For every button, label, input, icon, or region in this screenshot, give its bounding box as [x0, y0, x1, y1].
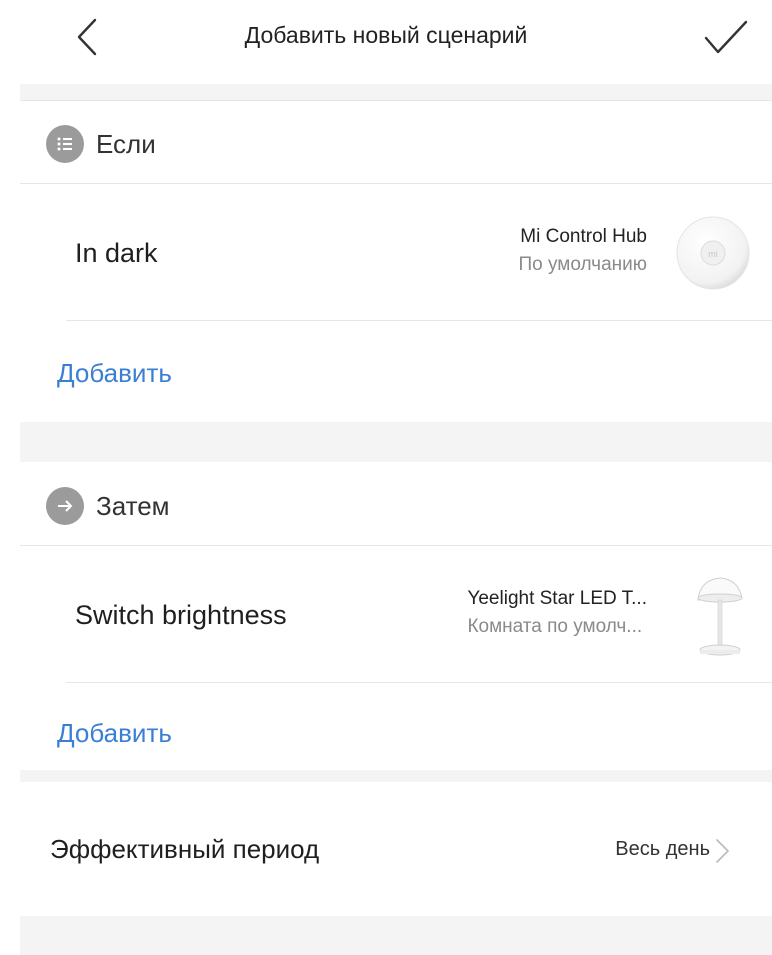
condition-name: In dark	[75, 238, 158, 268]
section-divider	[20, 84, 772, 100]
chevron-right-icon	[716, 839, 729, 863]
section-divider	[20, 422, 772, 462]
effective-period-label: Эффективный период	[50, 834, 320, 864]
then-section-header: Затем	[46, 486, 170, 526]
condition-row[interactable]: In dark Mi Control Hub По умолчанию mi	[20, 184, 772, 320]
add-condition-button[interactable]: Добавить	[57, 358, 172, 389]
action-row[interactable]: Switch brightness Yeelight Star LED T...…	[20, 546, 772, 682]
arrow-right-icon	[46, 487, 84, 525]
effective-period-value: Весь день	[615, 838, 710, 860]
device-name: Yeelight Star LED T...	[467, 588, 647, 609]
if-section-label: Если	[96, 128, 156, 159]
device-room: Комната по умолч...	[467, 616, 643, 637]
checkmark-icon[interactable]	[700, 16, 752, 60]
list-icon	[46, 125, 84, 163]
bottom-area	[20, 916, 772, 955]
if-section-header: Если	[46, 124, 156, 164]
device-room: По умолчанию	[518, 254, 648, 275]
action-device: Yeelight Star LED T... Комната по умолч.…	[467, 588, 647, 638]
add-action-button[interactable]: Добавить	[57, 718, 172, 749]
section-divider	[20, 770, 772, 782]
top-bar: Добавить новый сценарий	[0, 0, 772, 84]
device-name: Mi Control Hub	[520, 226, 647, 247]
mi-hub-icon: mi	[676, 216, 750, 290]
desk-lamp-icon	[697, 577, 743, 656]
action-name: Switch brightness	[75, 600, 287, 630]
divider-line	[66, 320, 772, 321]
then-section-label: Затем	[96, 490, 170, 521]
condition-device: Mi Control Hub По умолчанию	[519, 226, 648, 276]
page-title: Добавить новый сценарий	[244, 22, 528, 48]
divider-line	[20, 100, 772, 101]
effective-period-row[interactable]: Эффективный период Весь день	[0, 782, 772, 916]
divider-line	[66, 682, 772, 683]
svg-text:mi: mi	[708, 249, 718, 259]
